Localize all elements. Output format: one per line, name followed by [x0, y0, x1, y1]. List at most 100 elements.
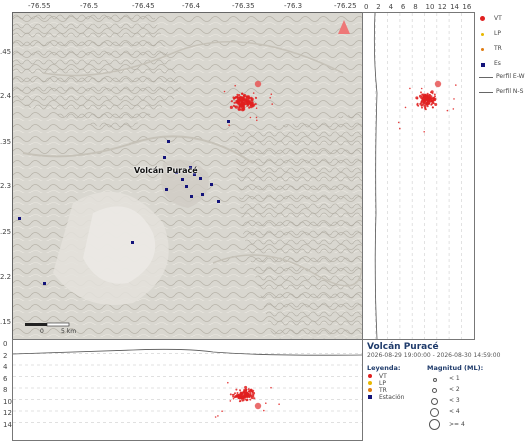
depth-top-tick-label: 14 — [450, 3, 460, 11]
event-marker — [453, 98, 455, 100]
event-marker — [426, 92, 429, 95]
event-marker — [263, 409, 265, 412]
event-marker — [252, 391, 256, 395]
depth-left-tick-label: 14 — [3, 420, 12, 429]
ns-depth-profile-panel — [362, 12, 475, 340]
legend-perfil-ew: Perfil E-W — [496, 73, 525, 80]
info-lp-icon — [368, 381, 372, 385]
scale-bar — [25, 322, 70, 327]
depth-top-tick-label: 16 — [462, 3, 472, 11]
event-marker — [234, 395, 237, 398]
lon-tick-label: -76.25 — [334, 2, 357, 10]
depth-top-tick-label: 10 — [425, 3, 435, 11]
station-marker — [181, 178, 184, 181]
event-marker — [254, 80, 262, 88]
lon-tick-label: -76.45 — [132, 2, 155, 10]
profile-ew-line-icon — [479, 77, 493, 78]
station-marker — [201, 193, 204, 196]
lon-tick-label: -76.3 — [284, 2, 303, 10]
mag-3-icon — [431, 398, 438, 405]
station-marker — [185, 185, 188, 188]
event-marker — [243, 105, 245, 107]
depth-left-tick-label: 8 — [3, 386, 8, 394]
event-marker — [241, 396, 245, 399]
event-marker — [269, 97, 272, 99]
mag-4-label: < 4 — [449, 408, 460, 415]
lat-tick-label: 2.3 — [0, 182, 12, 190]
event-marker — [230, 100, 233, 103]
event-marker — [228, 124, 230, 126]
north-arrow-icon — [338, 20, 350, 34]
station-marker — [227, 120, 230, 123]
info-legend-title: Leyenda: — [367, 364, 401, 372]
volcano-label: Volcán Puracé — [134, 166, 198, 175]
event-marker — [255, 116, 258, 119]
event-marker — [404, 106, 407, 109]
event-marker — [214, 416, 217, 418]
event-marker — [430, 90, 434, 94]
event-marker — [446, 109, 449, 112]
event-marker — [239, 394, 242, 397]
station-marker — [217, 200, 220, 203]
terrain-map — [13, 13, 362, 339]
event-marker — [420, 101, 423, 104]
info-legend-station: Estación — [379, 394, 405, 401]
event-marker — [254, 402, 262, 410]
event-marker — [250, 97, 254, 101]
event-marker — [420, 91, 422, 94]
event-marker — [234, 392, 236, 395]
event-marker — [243, 393, 247, 396]
depth-top-tick-label: 6 — [400, 3, 406, 11]
event-marker — [434, 80, 442, 88]
lon-tick-label: -76.55 — [28, 2, 51, 10]
event-marker — [235, 388, 238, 391]
ew-depth-profile-panel — [12, 339, 363, 441]
event-marker — [409, 87, 411, 90]
profile-ns-line-icon — [479, 92, 493, 93]
event-marker — [236, 392, 239, 394]
event-marker — [246, 399, 249, 402]
event-marker — [241, 100, 244, 103]
depth-left-tick-label: 6 — [3, 374, 8, 383]
event-marker — [242, 390, 245, 393]
station-marker — [199, 177, 202, 180]
event-marker — [245, 388, 248, 391]
lon-tick-label: -76.4 — [182, 2, 201, 10]
event-marker — [235, 101, 238, 104]
event-marker — [241, 92, 244, 95]
info-title: Volcán Puracé — [367, 342, 439, 352]
map-panel[interactable]: 0 5 km — [12, 12, 363, 340]
event-marker — [232, 395, 235, 398]
scale-end-label: 5 km — [61, 328, 77, 335]
event-marker — [255, 107, 258, 109]
event-marker — [249, 388, 253, 392]
event-marker — [232, 397, 235, 400]
event-marker — [246, 105, 248, 107]
mag-4-icon — [430, 408, 439, 417]
info-legend-vt: VT — [379, 373, 387, 380]
scale-start-label: 0 — [40, 328, 44, 335]
event-marker — [223, 90, 226, 93]
event-marker — [249, 101, 253, 105]
mag-5-label: >= 4 — [449, 421, 465, 428]
event-marker — [249, 394, 252, 397]
event-marker — [238, 400, 241, 403]
legend-vt: VT — [494, 15, 502, 22]
event-marker — [434, 103, 438, 106]
depth-left-tick-label: 4 — [3, 363, 8, 371]
lat-tick-label: .25 — [0, 228, 12, 236]
event-marker — [229, 105, 233, 109]
event-marker — [426, 100, 429, 103]
station-marker — [167, 140, 170, 143]
mag-2-label: < 2 — [449, 386, 460, 393]
event-marker — [416, 97, 419, 100]
event-marker — [419, 103, 422, 105]
legend-tr: TR — [494, 45, 502, 52]
event-marker — [231, 393, 234, 396]
event-marker — [426, 97, 428, 100]
event-marker — [249, 398, 252, 401]
event-marker — [249, 116, 252, 119]
legend-es: Es — [494, 60, 501, 67]
depth-top-tick-label: 8 — [413, 3, 418, 11]
event-marker — [232, 96, 235, 99]
